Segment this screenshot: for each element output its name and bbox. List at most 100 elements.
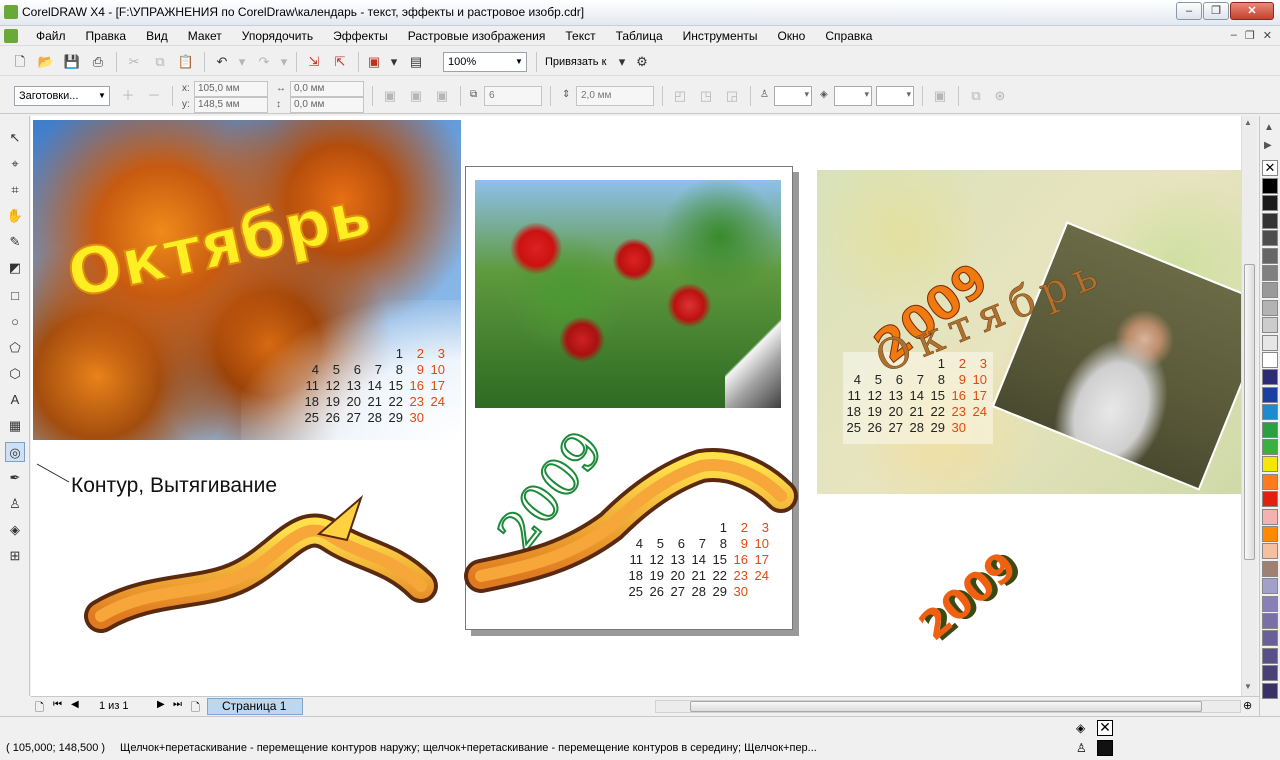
horizontal-scrollbar[interactable] bbox=[655, 700, 1241, 713]
x-position-field[interactable]: 105,0 мм bbox=[194, 81, 268, 97]
palette-swatch[interactable] bbox=[1262, 595, 1278, 612]
fill-tool-icon[interactable]: ◈ bbox=[5, 520, 25, 540]
counterclockwise-contour-color-icon[interactable]: ◲ bbox=[722, 86, 742, 106]
snap-to-button[interactable]: Привязать к bbox=[545, 56, 606, 68]
linear-contour-color-icon[interactable]: ◰ bbox=[670, 86, 690, 106]
import-icon[interactable]: ⇲ bbox=[304, 52, 324, 72]
copy-contour-icon[interactable]: ⧉ bbox=[966, 86, 986, 106]
palette-swatch[interactable] bbox=[1262, 543, 1278, 560]
minimize-button[interactable]: – bbox=[1176, 2, 1202, 20]
open-folder-icon[interactable]: 📂 bbox=[36, 52, 56, 72]
snap-dropdown-icon[interactable]: ▾ bbox=[612, 52, 632, 72]
crop-tool-icon[interactable]: ⌗ bbox=[5, 180, 25, 200]
vertical-scroll-thumb[interactable] bbox=[1244, 264, 1255, 560]
palette-swatch[interactable] bbox=[1262, 526, 1278, 542]
menu-tools[interactable]: Инструменты bbox=[673, 28, 768, 44]
horizontal-scroll-thumb[interactable] bbox=[690, 701, 1202, 712]
doc-minimize-icon[interactable]: – bbox=[1231, 29, 1237, 42]
outline-color-picker[interactable] bbox=[774, 86, 812, 106]
undo-icon[interactable]: ↶ bbox=[212, 52, 232, 72]
fill-color-picker[interactable] bbox=[834, 86, 872, 106]
copy-icon[interactable]: ⧉ bbox=[150, 52, 170, 72]
palette-swatch[interactable] bbox=[1262, 334, 1278, 351]
first-page-icon[interactable]: ⏮ bbox=[53, 699, 62, 710]
vertical-scrollbar[interactable]: ▲ ▼ bbox=[1241, 116, 1257, 696]
maximize-button[interactable]: ❐ bbox=[1203, 2, 1229, 20]
menu-layout[interactable]: Макет bbox=[178, 28, 232, 44]
last-page-icon[interactable]: ⏭ bbox=[173, 699, 182, 710]
doc-close-icon[interactable]: ✕ bbox=[1263, 29, 1272, 42]
clear-contour-icon[interactable]: ⊛ bbox=[990, 86, 1010, 106]
y-position-field[interactable]: 148,5 мм bbox=[194, 97, 268, 113]
palette-swatch[interactable] bbox=[1262, 439, 1278, 455]
document-icon[interactable] bbox=[4, 29, 18, 43]
palette-no-color-swatch[interactable]: ✕ bbox=[1262, 160, 1278, 176]
options-icon[interactable]: ⚙ bbox=[632, 52, 652, 72]
zoom-pan-tool-icon[interactable]: ✋ bbox=[5, 206, 25, 226]
redo-dropdown-icon[interactable]: ▾ bbox=[274, 52, 294, 72]
contour-to-center-icon[interactable]: ▣ bbox=[380, 86, 400, 106]
palette-swatch[interactable] bbox=[1262, 665, 1278, 682]
palette-swatch[interactable] bbox=[1262, 212, 1278, 229]
polygon-tool-icon[interactable]: ⬠ bbox=[5, 338, 25, 358]
export-icon[interactable]: ⇱ bbox=[330, 52, 350, 72]
palette-swatch[interactable] bbox=[1262, 491, 1278, 508]
height-field[interactable]: 0,0 мм bbox=[290, 97, 364, 113]
print-icon[interactable]: ⎙ bbox=[88, 52, 108, 72]
launcher-dropdown-icon[interactable]: ▾ bbox=[384, 52, 404, 72]
october-arc-text[interactable]: Октябрь bbox=[827, 176, 1147, 382]
redo-icon[interactable]: ↷ bbox=[254, 52, 274, 72]
palette-swatch[interactable] bbox=[1262, 230, 1278, 247]
zoom-level-select[interactable]: 100% ▼ bbox=[443, 52, 527, 72]
palette-swatch[interactable] bbox=[1262, 578, 1278, 595]
add-preset-icon[interactable]: ＋ bbox=[118, 86, 138, 106]
basic-shapes-tool-icon[interactable]: ⬡ bbox=[5, 364, 25, 384]
contour-steps-field[interactable]: 6 bbox=[484, 86, 542, 106]
menu-arrange[interactable]: Упорядочить bbox=[232, 28, 323, 44]
ellipse-tool-icon[interactable]: ○ bbox=[5, 312, 25, 332]
contour-inside-icon[interactable]: ▣ bbox=[406, 86, 426, 106]
cut-icon[interactable]: ✂ bbox=[124, 52, 144, 72]
rectangle-tool-icon[interactable]: □ bbox=[5, 286, 25, 306]
menu-view[interactable]: Вид bbox=[136, 28, 178, 44]
palette-swatch[interactable] bbox=[1262, 421, 1278, 438]
welcome-screen-icon[interactable]: ▤ bbox=[406, 52, 426, 72]
contoured-october-text-left[interactable] bbox=[84, 494, 438, 646]
contour-tool-icon[interactable]: ◎ bbox=[5, 442, 25, 462]
next-page-icon[interactable]: ▶ bbox=[157, 699, 165, 710]
object-acceleration-icon[interactable]: ▣ bbox=[930, 86, 950, 106]
contour-outside-icon[interactable]: ▣ bbox=[432, 86, 452, 106]
previous-page-icon[interactable]: ◀ bbox=[71, 699, 79, 710]
save-icon[interactable]: 💾 bbox=[62, 52, 82, 72]
clockwise-contour-color-icon[interactable]: ◳ bbox=[696, 86, 716, 106]
doc-restore-icon[interactable]: ❐ bbox=[1245, 29, 1255, 42]
outline-color-swatch[interactable] bbox=[1097, 740, 1113, 756]
pick-tool-icon[interactable]: ↖ bbox=[5, 128, 25, 148]
navigator-icon[interactable]: ⊕ bbox=[1243, 699, 1252, 712]
menu-help[interactable]: Справка bbox=[815, 28, 882, 44]
palette-swatch[interactable] bbox=[1262, 630, 1278, 647]
palette-swatch[interactable] bbox=[1262, 352, 1278, 368]
palette-swatch[interactable] bbox=[1262, 508, 1278, 525]
palette-swatch[interactable] bbox=[1262, 369, 1278, 386]
menu-edit[interactable]: Правка bbox=[76, 28, 137, 44]
palette-swatch[interactable] bbox=[1262, 404, 1278, 421]
palette-swatch[interactable] bbox=[1262, 682, 1278, 699]
width-field[interactable]: 0,0 мм bbox=[290, 81, 364, 97]
scroll-down-icon[interactable]: ▼ bbox=[1244, 682, 1252, 691]
menu-file[interactable]: Файл bbox=[26, 28, 76, 44]
smart-fill-tool-icon[interactable]: ◩ bbox=[5, 258, 25, 278]
palette-swatch[interactable] bbox=[1262, 195, 1278, 212]
menu-table[interactable]: Таблица bbox=[606, 28, 673, 44]
palette-scroll-up-icon[interactable]: ▲ bbox=[1264, 122, 1274, 133]
close-button[interactable]: ✕ bbox=[1230, 2, 1274, 20]
palette-swatch[interactable] bbox=[1262, 473, 1278, 490]
menu-text[interactable]: Текст bbox=[555, 28, 605, 44]
remove-preset-icon[interactable]: － bbox=[144, 86, 164, 106]
palette-flyout-icon[interactable]: ▶ bbox=[1264, 140, 1272, 151]
palette-swatch[interactable] bbox=[1262, 265, 1278, 281]
interactive-fill-tool-icon[interactable]: ⊞ bbox=[5, 546, 25, 566]
no-fill-swatch[interactable]: ✕ bbox=[1097, 720, 1113, 736]
palette-swatch[interactable] bbox=[1262, 456, 1278, 473]
palette-swatch[interactable] bbox=[1262, 317, 1278, 334]
